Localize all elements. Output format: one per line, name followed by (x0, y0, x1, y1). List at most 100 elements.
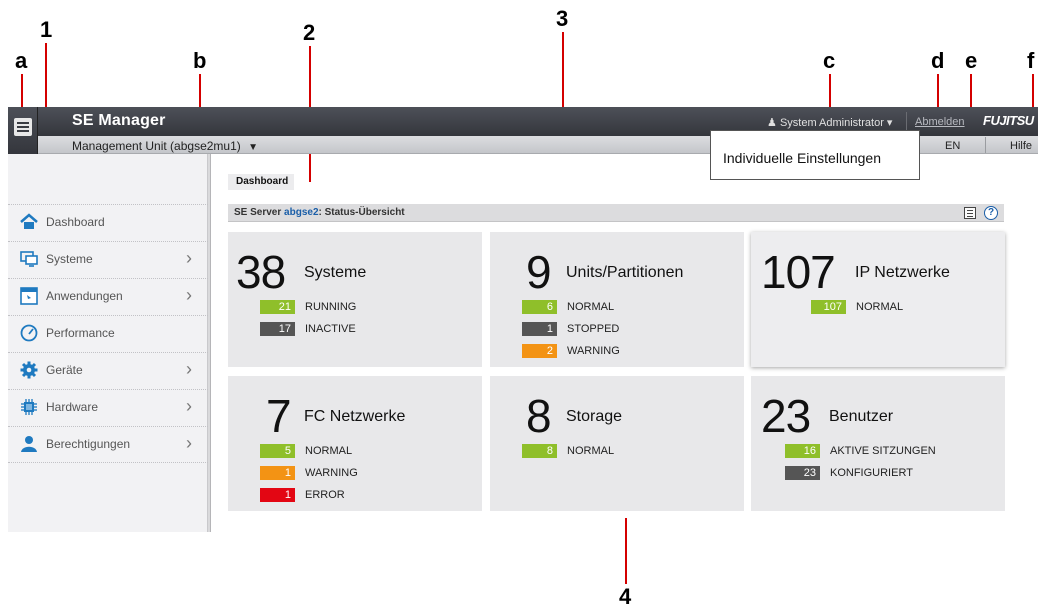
hamburger-menu-icon (14, 118, 32, 136)
app-title: SE Manager (72, 112, 166, 129)
sidebar-item-label: Dashboard (46, 215, 105, 229)
callout-1: 1 (40, 17, 53, 42)
status-badge: 107 (811, 300, 846, 314)
status-label: WARNING (305, 467, 358, 479)
status-badge: 21 (260, 300, 295, 314)
card-title: Systeme (304, 264, 367, 281)
sidebar-item-label: Performance (46, 326, 115, 340)
sidebar-item-performance[interactable]: Performance (8, 315, 208, 352)
monitor-icon (20, 251, 38, 267)
chevron-right-icon: › (186, 285, 192, 305)
settings-tooltip: Individuelle Einstellungen (710, 130, 920, 180)
sidebar-resize-handle[interactable] (208, 154, 211, 532)
callout-f: f (1027, 48, 1035, 73)
card-benutzer[interactable]: 23 Benutzer 16 AKTIVE SITZUNGEN 23 KONFI… (751, 376, 1005, 511)
chevron-right-icon: › (186, 396, 192, 416)
card-title: Units/Partitionen (566, 264, 684, 281)
status-label: NORMAL (856, 301, 904, 313)
card-ip-netzwerke[interactable]: 107 IP Netzwerke 107 NORMAL (751, 232, 1005, 367)
gear-icon (20, 361, 38, 379)
card-units-partitionen[interactable]: 9 Units/Partitionen 6 NORMAL 1 STOPPED 2… (490, 232, 744, 367)
breadcrumb: Dashboard (228, 174, 295, 190)
status-label: NORMAL (567, 445, 615, 457)
card-count: 107 (761, 246, 836, 298)
home-icon (20, 213, 38, 229)
sidebar-item-label: Hardware (46, 400, 99, 414)
section-title-suffix: : Status-Übersicht (318, 207, 405, 218)
sidebar-item-geraete[interactable]: Geräte › (8, 352, 208, 389)
help-icon[interactable]: ? (984, 206, 998, 220)
user-icon (21, 436, 37, 452)
callout-d: d (931, 48, 945, 73)
window-icon (20, 287, 38, 305)
status-label: WARNING (567, 345, 620, 357)
status-badge: 1 (522, 322, 557, 336)
callout-b: b (193, 48, 207, 73)
callout-4-line (625, 518, 627, 584)
status-badge: 16 (785, 444, 820, 458)
sidebar-item-anwendungen[interactable]: Anwendungen › (8, 278, 208, 315)
user-menu[interactable]: ♟ System Administrator ▾ (767, 116, 892, 129)
user-icon: ♟ (767, 117, 777, 129)
sidebar-item-hardware[interactable]: Hardware › (8, 389, 208, 426)
card-title: Storage (566, 408, 623, 425)
sidebar-item-systeme[interactable]: Systeme › (8, 241, 208, 278)
card-count: 38 (236, 246, 286, 298)
sidebar-item-dashboard[interactable]: Dashboard (8, 204, 208, 241)
card-systeme[interactable]: 38 Systeme 21 RUNNING 17 INACTIVE (228, 232, 482, 367)
sidebar-item-label: Anwendungen (46, 289, 123, 303)
callout-e: e (965, 48, 978, 73)
card-title: FC Netzwerke (304, 408, 406, 425)
status-badge: 5 (260, 444, 295, 458)
sidebar-item-label: Berechtigungen (46, 437, 131, 451)
section-title-prefix: SE Server (234, 207, 285, 218)
callout-2: 2 (303, 20, 316, 45)
language-selector[interactable]: EN (945, 140, 960, 152)
status-badge: 17 (260, 322, 295, 336)
chevron-down-icon: ▾ (886, 117, 893, 129)
management-unit-selector[interactable]: Management Unit (abgse2mu1) ▼ (72, 139, 258, 153)
divider (985, 137, 986, 153)
menu-toggle-button[interactable] (8, 107, 38, 154)
status-label: ERROR (305, 489, 345, 501)
status-label: STOPPED (567, 323, 620, 335)
section-title: SE Server abgse2: Status-Übersicht (234, 207, 405, 218)
card-title: IP Netzwerke (855, 264, 950, 281)
divider (906, 112, 907, 130)
status-badge: 1 (260, 488, 295, 502)
chevron-right-icon: › (186, 359, 192, 379)
chevron-down-icon: ▼ (248, 142, 259, 153)
status-badge: 8 (522, 444, 557, 458)
card-count: 7 (266, 390, 292, 442)
chip-icon (21, 399, 37, 415)
callout-a: a (15, 48, 28, 73)
sidebar-divider (8, 462, 208, 463)
help-link[interactable]: Hilfe (1010, 140, 1032, 152)
card-title: Benutzer (829, 408, 894, 425)
chevron-right-icon: › (186, 433, 192, 453)
status-badge: 1 (260, 466, 295, 480)
card-count: 8 (526, 390, 552, 442)
sidebar-item-label: Geräte (46, 363, 83, 377)
status-label: NORMAL (305, 445, 353, 457)
callout-c: c (823, 48, 836, 73)
management-unit-label: Management Unit (abgse2mu1) (72, 139, 241, 153)
document-icon[interactable] (964, 207, 976, 219)
sidebar-item-berechtigungen[interactable]: Berechtigungen › (8, 426, 208, 463)
card-storage[interactable]: 8 Storage 8 NORMAL (490, 376, 744, 511)
card-fc-netzwerke[interactable]: 7 FC Netzwerke 5 NORMAL 1 WARNING 1 ERRO… (228, 376, 482, 511)
callout-4: 4 (619, 584, 632, 608)
sidebar-item-label: Systeme (46, 252, 93, 266)
status-label: AKTIVE SITZUNGEN (830, 445, 936, 457)
user-name: System Administrator (779, 117, 884, 129)
status-label: NORMAL (567, 301, 615, 313)
logout-link[interactable]: Abmelden (915, 116, 965, 128)
chevron-right-icon: › (186, 248, 192, 268)
status-label: RUNNING (305, 301, 357, 313)
card-count: 9 (526, 246, 552, 298)
status-badge: 2 (522, 344, 557, 358)
gauge-icon (20, 324, 38, 342)
fujitsu-logo: FUJITSU (983, 113, 1034, 128)
server-link[interactable]: abgse2 (284, 207, 318, 218)
card-count: 23 (761, 390, 811, 442)
